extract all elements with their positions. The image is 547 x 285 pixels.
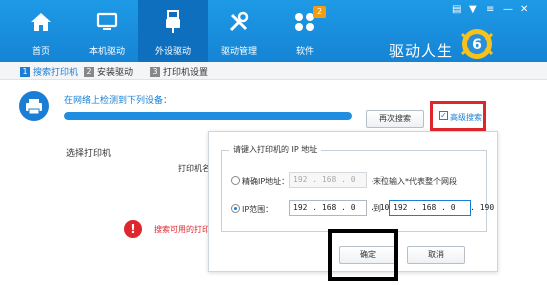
ip-range-to-label: 到 [373, 204, 381, 213]
step-number: 3 [150, 66, 160, 77]
usb-peripheral-icon [138, 10, 208, 34]
search-progress-bar [64, 112, 352, 120]
monitor-icon [72, 10, 142, 34]
ip-fieldset [221, 150, 487, 232]
list-icon[interactable]: ≡ [486, 4, 494, 15]
nav-home-label: 首页 [31, 47, 50, 57]
advanced-search-label[interactable]: 高级搜索 [450, 112, 482, 123]
nav-software-label: 软件 [295, 47, 314, 57]
step-label: 搜索打印机 [33, 68, 79, 78]
step-number: 2 [84, 66, 94, 77]
detect-status-text: 在网络上检测到下列设备： [64, 96, 173, 106]
exact-ip-input[interactable]: 192 . 168 . 0 . 3 [289, 172, 385, 188]
step-label: 安装驱动 [97, 68, 134, 78]
step-number: 1 [20, 66, 30, 77]
software-badge: 2 [313, 6, 326, 18]
ip-range-from-input[interactable]: 192 . 168 . 0 . 100 [289, 200, 394, 216]
step-search-printer[interactable]: 1 搜索打印机 [20, 65, 78, 78]
error-icon: ! [124, 220, 142, 238]
step-printer-settings[interactable]: 3 打印机设置 [150, 65, 208, 78]
cancel-button[interactable]: 取消 [407, 246, 465, 264]
title-bar: 首页 本机驱动 外设驱动 驱动管理 2 软件 ▤ ▼ ≡ — ✕ 驱动人生 6 [0, 0, 547, 62]
nav-driver-management[interactable]: 驱动管理 [204, 0, 274, 62]
apps-icon [270, 10, 340, 34]
ok-button-highlight [328, 229, 398, 281]
nav-local-driver[interactable]: 本机驱动 [72, 0, 142, 62]
minimize-icon[interactable]: — [503, 4, 513, 15]
advanced-search-checkbox[interactable]: ✓ [439, 111, 448, 120]
nav-peripheral-driver-label: 外设驱动 [154, 47, 191, 57]
ip-range-radio[interactable] [231, 204, 240, 213]
exact-ip-label[interactable]: 精确IP地址： [242, 176, 289, 187]
ip-legend: 请键入打印机的 IP 地址 [229, 144, 322, 155]
ip-range-label[interactable]: IP范围： [242, 204, 273, 215]
step-label: 打印机设置 [163, 68, 209, 78]
select-printer-label: 选择打印机 [66, 149, 112, 159]
close-icon[interactable]: ✕ [520, 4, 528, 15]
nav-driver-management-label: 驱动管理 [220, 47, 257, 57]
exact-ip-hint: 末位输入*代表整个网段 [373, 177, 457, 186]
tools-icon [204, 10, 274, 34]
nav-local-driver-label: 本机驱动 [88, 47, 125, 57]
nav-software[interactable]: 2 软件 [270, 0, 340, 62]
step-install-driver[interactable]: 2 安装驱动 [84, 65, 133, 78]
shirt-icon[interactable]: ▼ [469, 4, 477, 15]
progress-fill [64, 112, 352, 120]
ip-range-to-input[interactable]: 192 . 168 . 0 . 190 [389, 200, 494, 216]
printer-icon [19, 91, 49, 121]
home-icon [6, 10, 76, 34]
step-bar: 1 搜索打印机 2 安装驱动 3 打印机设置 [0, 62, 547, 80]
menu-icon[interactable]: ▤ [452, 4, 461, 15]
printer-name-column: 打印机名 [178, 164, 210, 173]
research-button[interactable]: 再次搜索 [366, 110, 424, 128]
brand-logo-icon: 6 [458, 26, 496, 62]
advanced-search-highlight: ✓ 高级搜索 [430, 101, 486, 131]
svg-text:6: 6 [472, 37, 482, 53]
brand-name: 驱动人生 [389, 42, 454, 60]
nav-peripheral-driver[interactable]: 外设驱动 [138, 0, 208, 62]
exact-ip-radio[interactable] [231, 176, 240, 185]
nav-home[interactable]: 首页 [6, 0, 76, 62]
